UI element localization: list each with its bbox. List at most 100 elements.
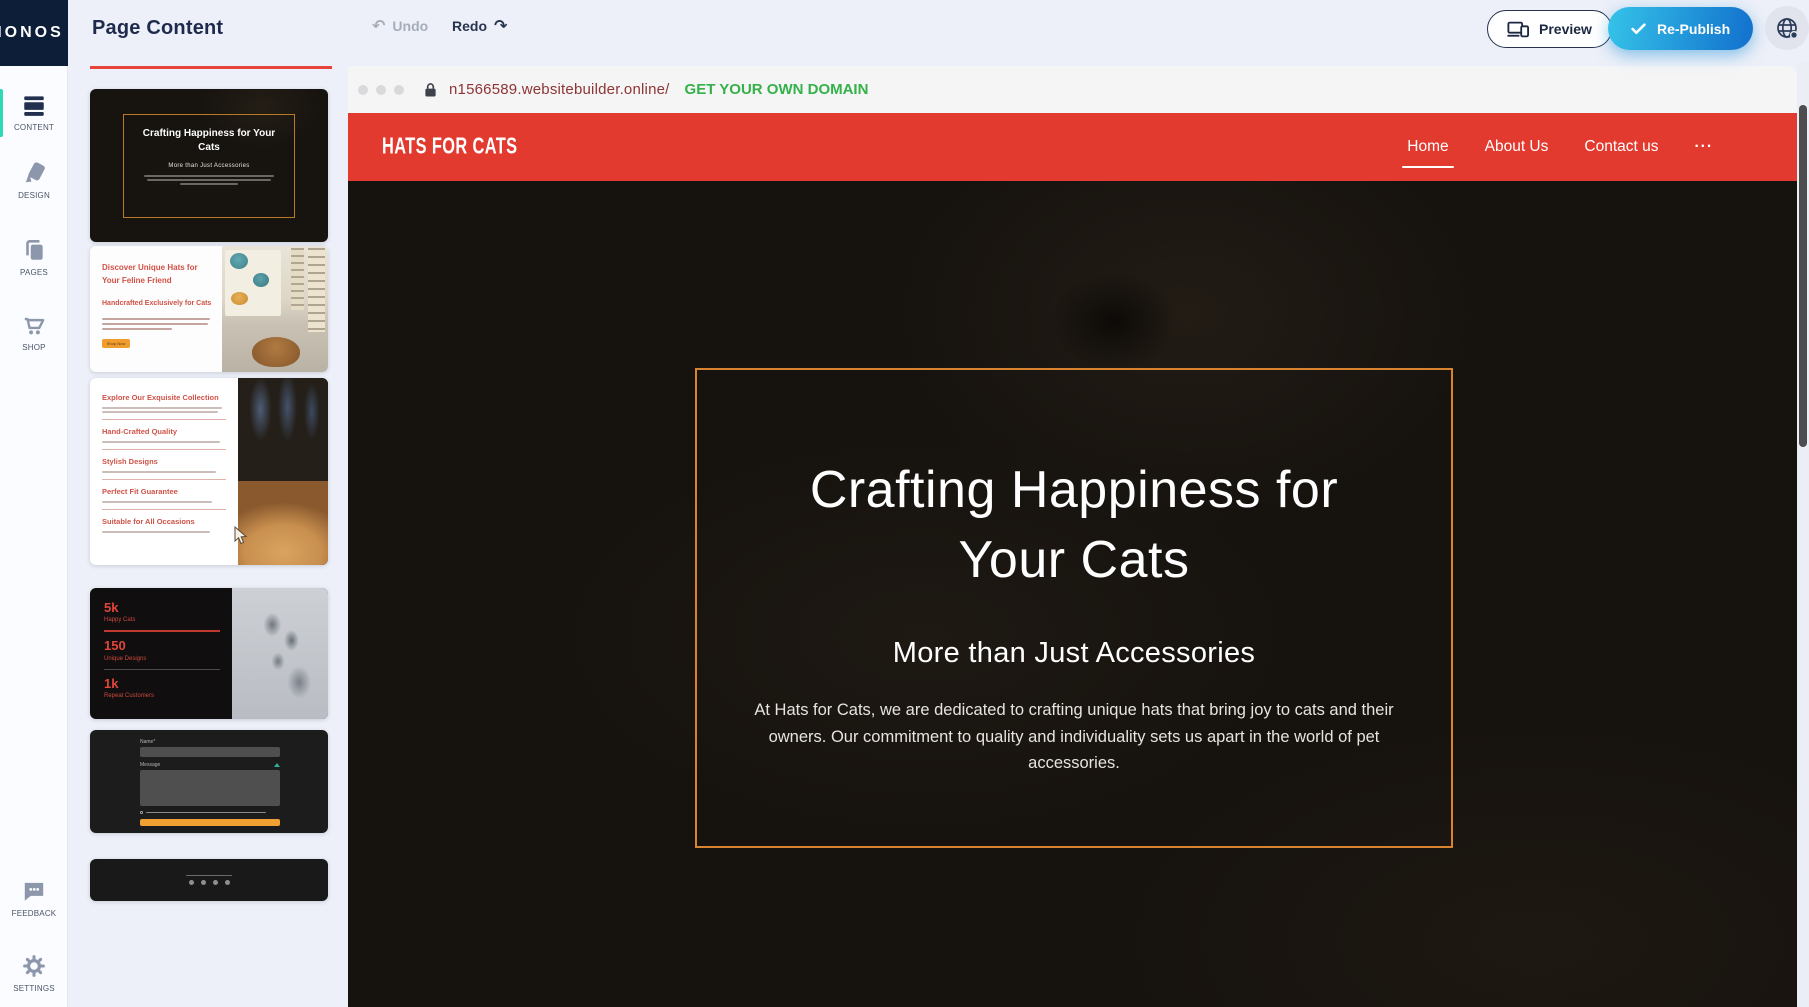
text-placeholder-line <box>102 441 220 443</box>
text-placeholder-line <box>180 183 238 185</box>
ionos-logo[interactable]: IONOS <box>0 0 68 66</box>
sidebar-item-label: FEEDBACK <box>12 909 57 918</box>
form-field-label: Name* <box>140 739 280 745</box>
text-placeholder-line <box>146 812 266 814</box>
content-stack-icon <box>21 92 47 118</box>
preview-button[interactable]: Preview <box>1487 10 1612 48</box>
domain-globe-button[interactable] <box>1765 6 1809 50</box>
sidebar-item-label: SHOP <box>22 343 45 352</box>
page-scrollbar-track[interactable] <box>1797 62 1809 1007</box>
section-thumbnail-features[interactable]: Explore Our Exquisite Collection Hand-Cr… <box>90 378 328 565</box>
divider <box>102 449 226 450</box>
stat-label: Unique Designs <box>104 656 232 662</box>
thumb-feature-heading: Hand-Crafted Quality <box>102 427 226 436</box>
text-placeholder-line <box>102 318 210 320</box>
stat-value: 1k <box>104 677 232 691</box>
page-scrollbar-thumb[interactable] <box>1799 105 1807 447</box>
photo-window <box>238 378 328 482</box>
sidebar-item-label: DESIGN <box>18 191 50 200</box>
settings-gear-icon <box>21 953 47 979</box>
get-your-own-domain-link[interactable]: GET YOUR OWN DOMAIN <box>685 81 869 98</box>
section-thumbnail-contact-form[interactable]: Name* Message <box>90 730 328 833</box>
page-content-panel: Page Content Crafting Happiness for Your… <box>68 0 348 1007</box>
preview-label: Preview <box>1539 21 1592 37</box>
text-placeholder-line <box>102 328 172 330</box>
nav-item-home[interactable]: Home <box>1407 138 1448 156</box>
redo-button[interactable]: Redo ↷ <box>452 18 507 34</box>
site-logo[interactable]: HATS FOR CATS <box>382 134 518 161</box>
thumb-discover-heading: Discover Unique Hats for Your Feline Fri… <box>102 262 214 288</box>
form-submit-button <box>140 819 280 826</box>
check-icon <box>1631 23 1646 35</box>
form-textarea <box>140 770 280 806</box>
nav-more-menu[interactable]: ··· <box>1695 138 1714 156</box>
browser-dot <box>358 85 368 95</box>
text-placeholder-line <box>102 323 208 325</box>
thumb-discover-text: Discover Unique Hats for Your Feline Fri… <box>90 246 222 372</box>
sidebar-item-label: PAGES <box>20 268 48 277</box>
thumb-feature-heading: Explore Our Exquisite Collection <box>102 393 226 402</box>
nav-item-about-us[interactable]: About Us <box>1485 138 1549 156</box>
devices-icon <box>1507 21 1529 38</box>
photo-bowl <box>230 253 248 269</box>
section-thumbnail-hero[interactable]: Crafting Happiness for Your Cats More th… <box>90 89 328 242</box>
photo-banner <box>308 248 325 332</box>
site-hero-section[interactable]: Crafting Happiness for Your Cats More th… <box>344 181 1797 1007</box>
republish-button[interactable]: Re-Publish <box>1608 7 1753 50</box>
text-placeholder-line <box>147 179 271 181</box>
sidebar-item-content[interactable]: CONTENT <box>0 92 68 132</box>
text-placeholder-line <box>186 875 232 877</box>
nav-item-contact-us[interactable]: Contact us <box>1584 138 1658 156</box>
section-thumbnail-stats[interactable]: 5k Happy Cats 150 Unique Designs 1k Repe… <box>90 588 328 719</box>
text-placeholder-line <box>102 501 212 503</box>
hero-selection-box[interactable]: Crafting Happiness for Your Cats More th… <box>695 368 1453 848</box>
section-thumbnail-discover[interactable]: Discover Unique Hats for Your Feline Fri… <box>90 246 328 372</box>
shop-cart-icon <box>21 312 47 338</box>
undo-label: Undo <box>392 18 428 34</box>
thumb-shop-now-button: Shop Now <box>102 339 130 348</box>
social-icon <box>189 880 194 885</box>
browser-bar: n1566589.websitebuilder.online/ GET YOUR… <box>344 66 1797 113</box>
thumb-feature-heading: Perfect Fit Guarantee <box>102 487 226 496</box>
thumb-features-text: Explore Our Exquisite Collection Hand-Cr… <box>90 378 238 565</box>
thumb-hero-subtitle: More than Just Accessories <box>168 163 249 169</box>
undo-button[interactable]: ↶ Undo <box>372 18 428 34</box>
browser-dot <box>376 85 386 95</box>
stat-label: Happy Cats <box>104 617 232 623</box>
thumb-discover-subheading: Handcrafted Exclusively for Cats <box>102 300 212 307</box>
sidebar-item-shop[interactable]: SHOP <box>0 312 68 352</box>
social-icon <box>201 880 206 885</box>
divider <box>104 630 220 632</box>
footer-social-icons <box>189 880 230 885</box>
site-header: HATS FOR CATS Home About Us Contact us ·… <box>344 113 1797 181</box>
sidebar-item-settings[interactable]: SETTINGS <box>0 953 68 993</box>
globe-icon <box>1775 16 1799 40</box>
page-title: Page Content <box>92 17 223 40</box>
stat-value: 150 <box>104 639 232 653</box>
stat-value: 5k <box>104 601 232 615</box>
sidebar-item-feedback[interactable]: FEEDBACK <box>0 878 68 918</box>
social-icon <box>225 880 230 885</box>
photo-bowl <box>253 273 269 287</box>
photo-banner <box>291 248 304 310</box>
photo-cat-fur <box>238 481 328 565</box>
hero-subtitle: More than Just Accessories <box>893 637 1255 670</box>
redo-label: Redo <box>452 18 487 34</box>
thumb-feature-heading: Suitable for All Occasions <box>102 517 226 526</box>
form-input <box>140 747 280 757</box>
thumb-stats-photo-pawprint <box>232 588 328 719</box>
design-icon <box>21 160 47 186</box>
sidebar: IONOS CONTENT DESIGN <box>0 0 68 1007</box>
text-placeholder-line <box>102 411 218 413</box>
text-placeholder-line <box>102 471 216 473</box>
thumb-hero-title: Crafting Happiness for Your Cats <box>133 127 285 156</box>
divider <box>102 509 226 510</box>
sidebar-item-design[interactable]: DESIGN <box>0 160 68 200</box>
website-builder-app: IONOS CONTENT DESIGN <box>0 0 1809 1007</box>
form-checkbox <box>140 811 143 814</box>
form-field-label: Message <box>140 762 160 768</box>
sidebar-item-pages[interactable]: PAGES <box>0 237 68 277</box>
section-thumbnail-footer[interactable] <box>90 859 328 901</box>
thumb-form: Name* Message <box>140 739 280 814</box>
stat-label: Repeat Customers <box>104 693 232 699</box>
